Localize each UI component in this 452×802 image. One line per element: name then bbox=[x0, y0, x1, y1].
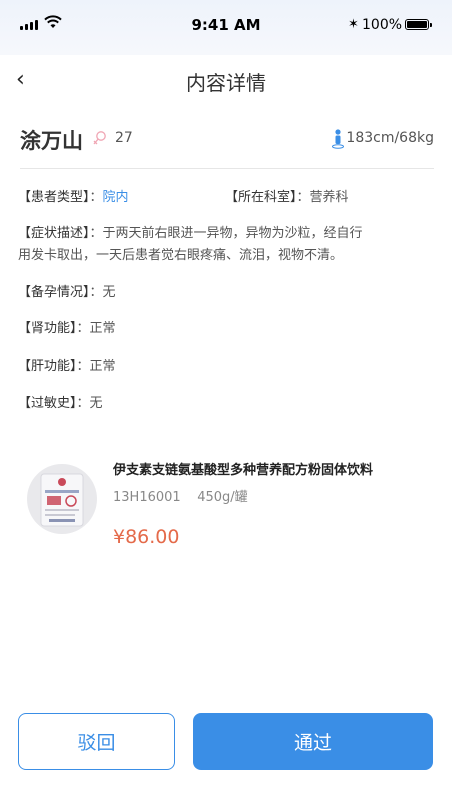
info-row-symptoms: 【症状描述】：于两天前右眼进一异物，异物为沙粒，经自行 用发卡取出，一天后患者觉… bbox=[18, 223, 434, 267]
info-row-pregnancy: 【备孕情况】：无 bbox=[18, 282, 116, 304]
patient-age: 27 bbox=[115, 130, 133, 146]
pregnancy-value: 无 bbox=[102, 285, 116, 300]
approve-button[interactable]: 通过 bbox=[193, 713, 433, 770]
separator: ： bbox=[296, 190, 310, 205]
status-bar: 9:41 AM ✶ 100% bbox=[0, 0, 452, 55]
separator: ： bbox=[89, 190, 103, 205]
liver-value: 正常 bbox=[89, 359, 116, 374]
separator: ： bbox=[76, 396, 90, 411]
product-size: 450g/罐 bbox=[197, 490, 248, 505]
kidney-value: 正常 bbox=[89, 321, 116, 336]
kidney-label: 【肾功能】 bbox=[18, 321, 77, 336]
symptom-line-1: 于两天前右眼进一异物，异物为沙粒，经自行 bbox=[102, 226, 363, 241]
separator: ： bbox=[76, 321, 90, 336]
info-row-patient-type: 【患者类型】：院内 bbox=[18, 187, 129, 209]
symptom-line-2: 用发卡取出，一天后患者觉右眼疼痛、流泪，视物不清。 bbox=[18, 248, 344, 263]
info-row-liver: 【肝功能】：正常 bbox=[18, 356, 116, 378]
pregnancy-label: 【备孕情况】 bbox=[18, 285, 90, 300]
product-spec: 13H16001 450g/罐 bbox=[113, 486, 248, 505]
symptom-label: 【症状描述】 bbox=[18, 226, 90, 241]
patient-name: 涂万山 bbox=[20, 129, 83, 153]
info-row-department: 【所在科室】：营养科 bbox=[225, 187, 349, 209]
battery-icon bbox=[405, 19, 432, 30]
separator: ： bbox=[89, 285, 103, 300]
person-icon bbox=[332, 129, 344, 149]
product-price: ¥86.00 bbox=[113, 526, 180, 548]
product-code: 13H16001 bbox=[113, 490, 181, 505]
patient-height-weight: 183cm/68kg bbox=[346, 130, 434, 146]
allergy-value: 无 bbox=[89, 396, 103, 411]
reject-button[interactable]: 驳回 bbox=[18, 713, 175, 770]
battery-percent: 100% bbox=[362, 17, 403, 33]
patient-type-label: 【患者类型】 bbox=[18, 190, 90, 205]
department-value: 营养科 bbox=[309, 190, 349, 205]
allergy-label: 【过敏史】 bbox=[18, 396, 77, 411]
divider bbox=[20, 168, 434, 169]
info-row-kidney: 【肾功能】：正常 bbox=[18, 318, 116, 340]
patient-type-value: 院内 bbox=[102, 190, 129, 205]
info-row-allergy: 【过敏史】：无 bbox=[18, 393, 103, 415]
product-image bbox=[27, 464, 97, 534]
separator: ： bbox=[89, 226, 103, 241]
bluetooth-icon: ✶ bbox=[348, 17, 359, 32]
female-gender-icon bbox=[93, 131, 106, 145]
nav-bar: ‹ 内容详情 bbox=[0, 55, 452, 105]
page-title: 内容详情 bbox=[186, 71, 266, 95]
department-label: 【所在科室】 bbox=[225, 190, 297, 205]
separator: ： bbox=[76, 359, 90, 374]
patient-header: 涂万山 27 183cm/68kg bbox=[20, 125, 434, 155]
liver-label: 【肝功能】 bbox=[18, 359, 77, 374]
product-name: 伊支素支链氨基酸型多种营养配方粉固体饮料 bbox=[113, 463, 374, 478]
